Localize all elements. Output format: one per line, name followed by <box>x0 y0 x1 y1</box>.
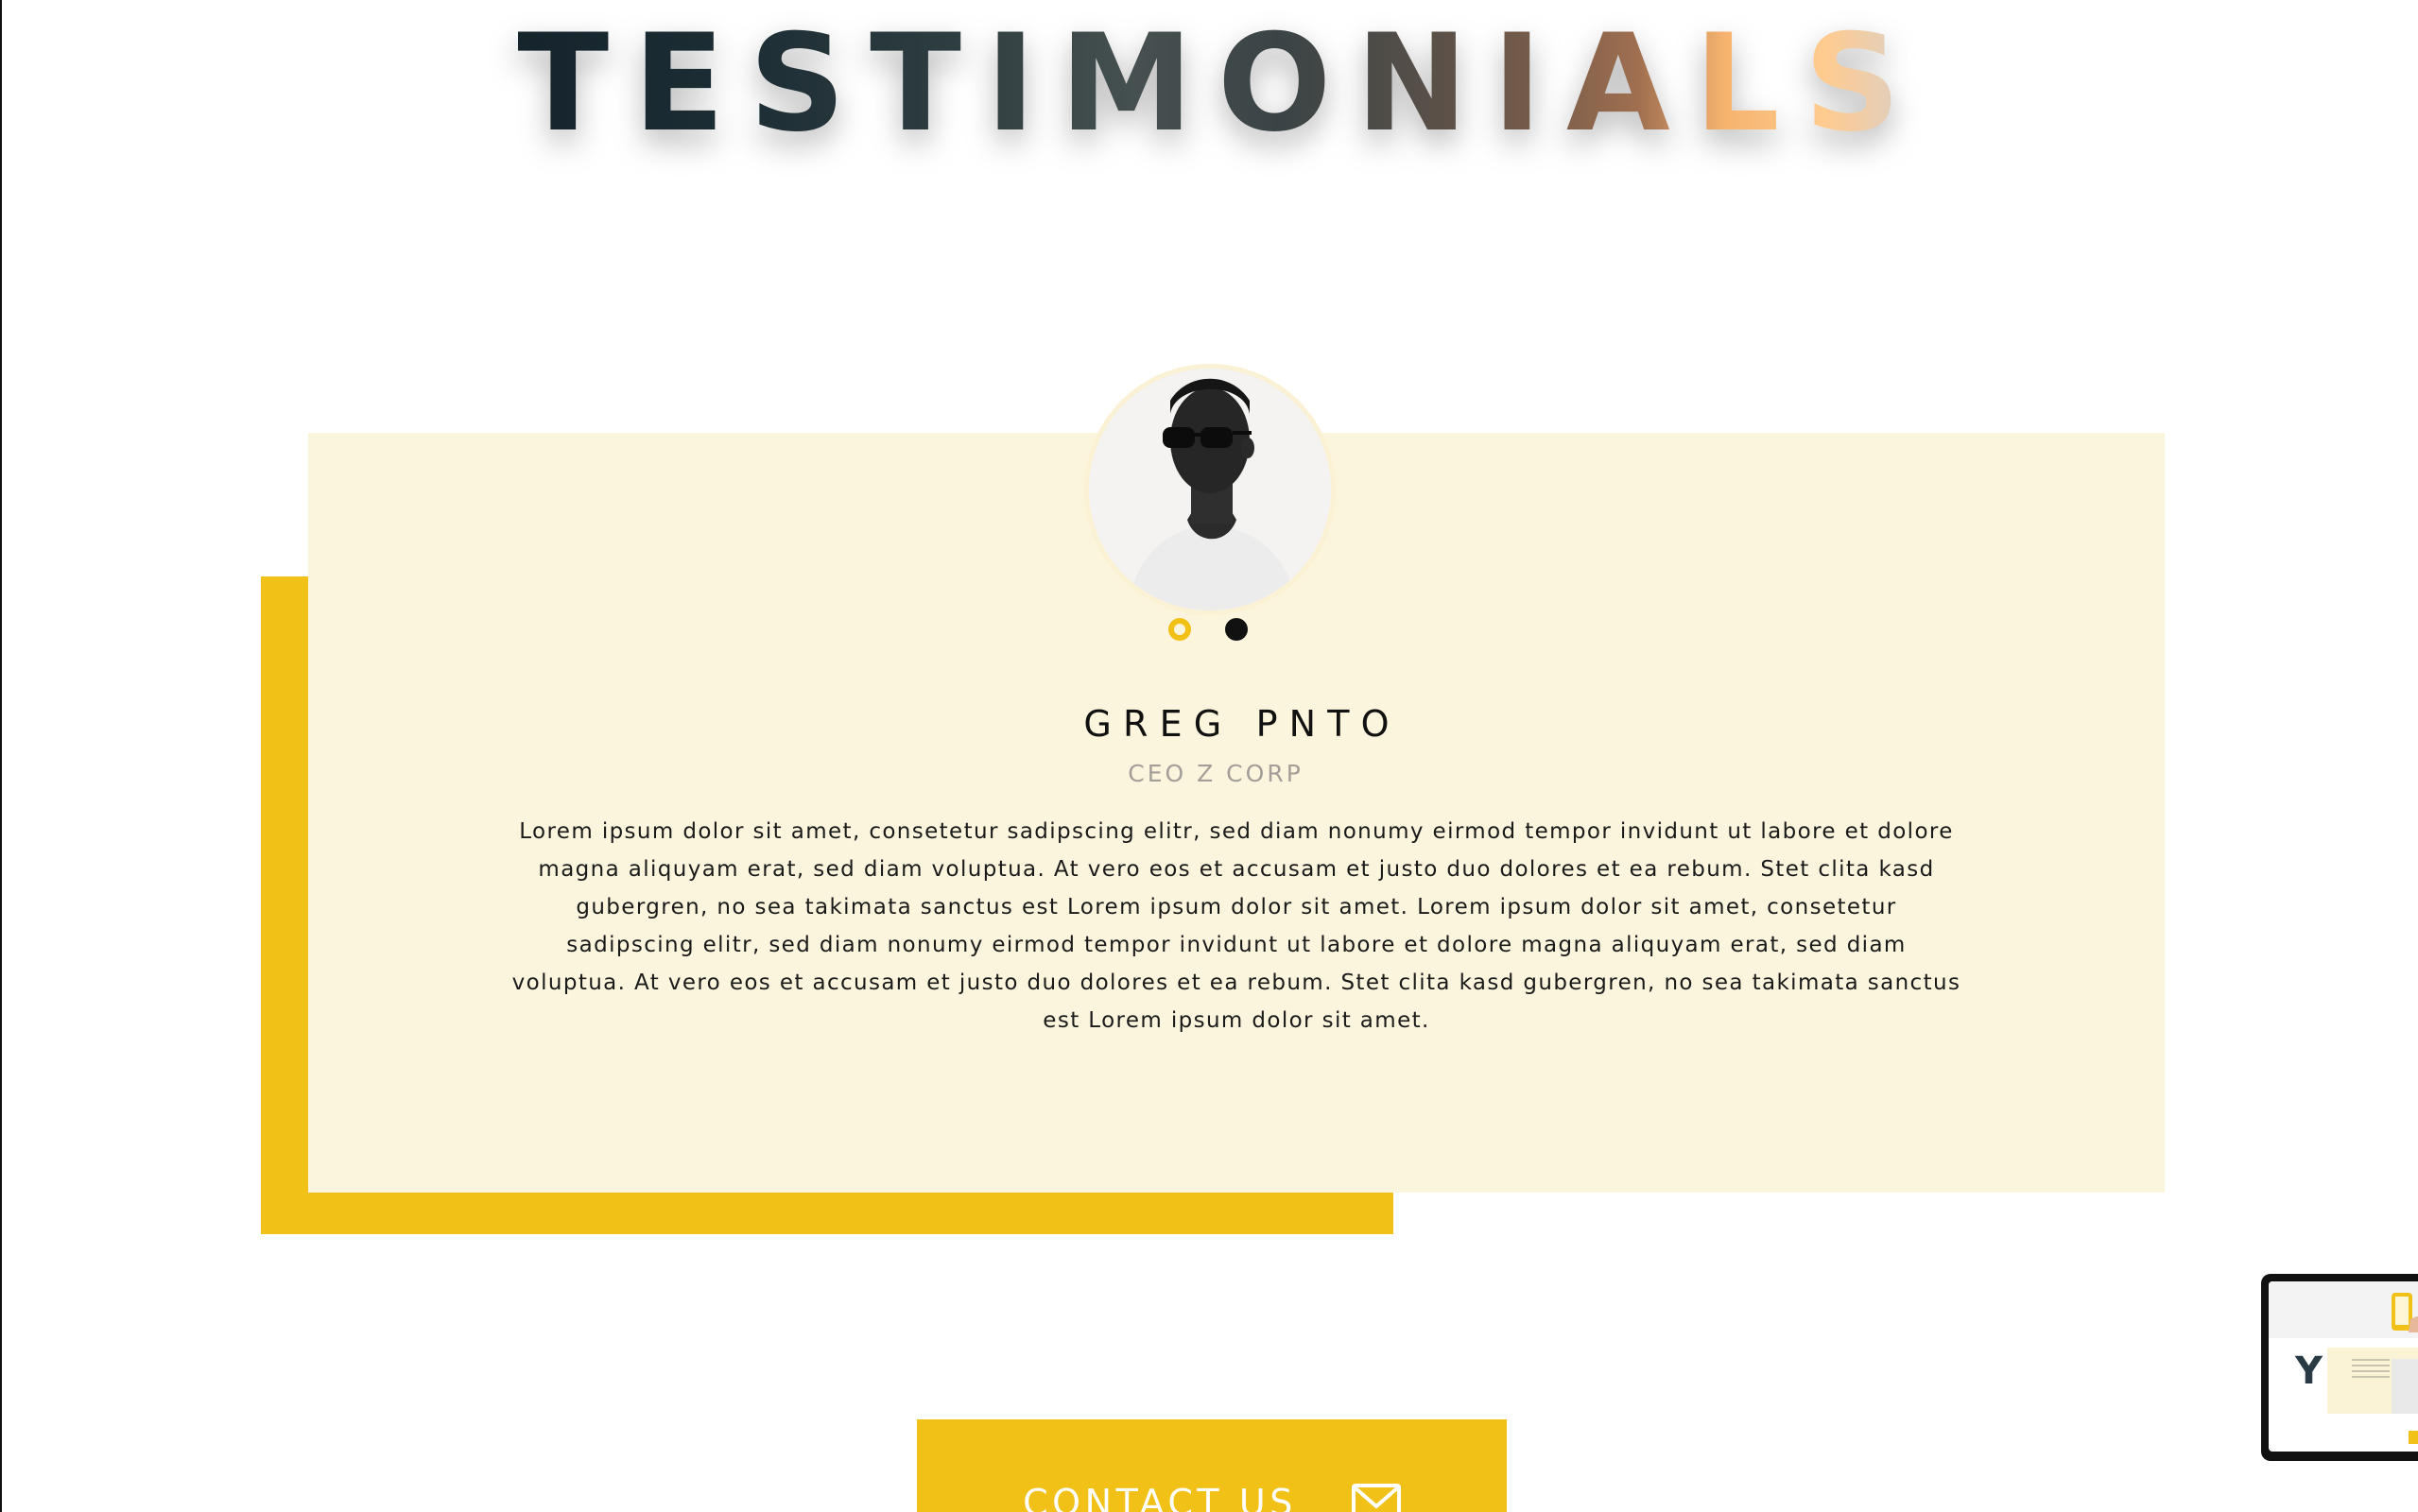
mail-icon <box>1351 1484 1401 1512</box>
left-edge-divider <box>0 0 2 1512</box>
preview-text-lines <box>2352 1359 2390 1382</box>
contact-us-label: CONTACT US <box>1023 1482 1297 1512</box>
preview-card-image <box>2392 1359 2418 1414</box>
carousel-dot[interactable] <box>1225 618 1248 641</box>
carousel-dot-active[interactable] <box>1168 618 1191 641</box>
testimonial-name: GREG PNTO <box>1083 703 1401 745</box>
preview-letter-logo: Y <box>2295 1349 2323 1393</box>
section-heading: TESTIMONIALS <box>493 17 1925 151</box>
contact-us-button[interactable]: CONTACT US <box>917 1419 1507 1512</box>
contact-button-content: CONTACT US <box>1023 1482 1401 1512</box>
person-portrait-icon <box>1089 369 1331 610</box>
testimonial-role: CEO Z CORP <box>1128 760 1304 787</box>
carousel-pagination <box>1168 618 1263 644</box>
page-preview-thumbnail[interactable]: Y <box>2261 1274 2418 1461</box>
preview-screen: Y <box>2269 1281 2418 1452</box>
testimonial-avatar <box>1089 369 1331 610</box>
preview-hand-image <box>2392 1293 2418 1332</box>
heading-section: TESTIMONIALS <box>0 0 2418 151</box>
testimonial-quote: Lorem ipsum dolor sit amet, consetetur s… <box>511 819 1961 1033</box>
preview-button <box>2409 1431 2418 1444</box>
